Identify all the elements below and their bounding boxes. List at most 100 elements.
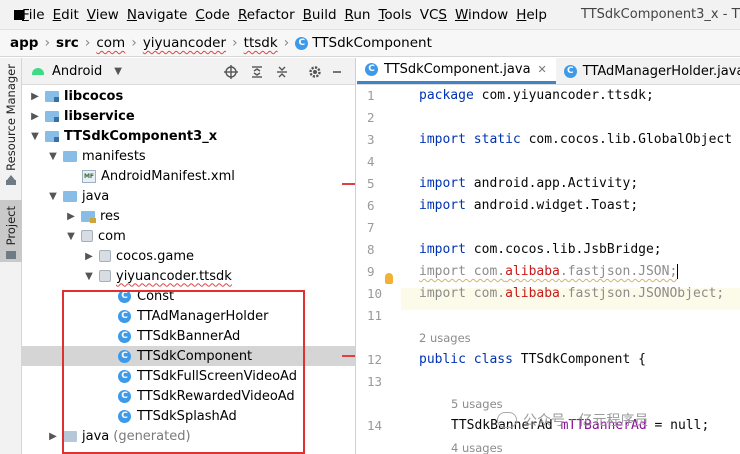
- tree-item-ttsdkfullscreenvideoad[interactable]: C TTSdkFullScreenVideoAd: [22, 366, 355, 386]
- menu-build[interactable]: Build: [299, 7, 341, 23]
- breadcrumb-yiyuancoder[interactable]: yiyuancoder: [143, 35, 226, 51]
- breadcrumb-ttsdk[interactable]: ttsdk: [244, 35, 278, 51]
- resource-manager-tab[interactable]: Resource Manager: [0, 64, 22, 196]
- tool-window-strip: Resource Manager Project: [0, 58, 22, 454]
- tree-item-ttsdkcomponent[interactable]: C TTSdkComponent: [22, 346, 355, 366]
- code-line-6: import android.widget.Toast;: [419, 198, 639, 213]
- gear-icon[interactable]: [307, 64, 323, 80]
- class-icon: C: [118, 369, 131, 383]
- chevron-down-icon[interactable]: ▼: [28, 131, 42, 142]
- class-icon: C: [118, 329, 131, 343]
- menu-bar: File Edit View Navigate Code Refactor Bu…: [0, 0, 740, 29]
- android-icon: [32, 66, 44, 76]
- menu-edit[interactable]: Edit: [49, 7, 83, 23]
- breadcrumb-ttsdkcomponent[interactable]: TTSdkComponent: [312, 35, 432, 51]
- menu-view[interactable]: View: [83, 7, 123, 23]
- watermark: 公众号 · 亿元程序员: [497, 410, 648, 430]
- code-line-8: import com.cocos.lib.JsbBridge;: [419, 242, 662, 257]
- tree-item-ttsdkbannerad[interactable]: C TTSdkBannerAd: [22, 326, 355, 346]
- chevron-down-icon[interactable]: ▼: [64, 231, 78, 242]
- code-editor: C TTSdkComponent.java ✕ C TTAdManagerHol…: [357, 58, 740, 454]
- locate-target-icon[interactable]: [223, 64, 239, 80]
- class-icon: C: [118, 349, 131, 363]
- expand-all-icon[interactable]: [249, 64, 265, 80]
- package-icon: [99, 250, 111, 262]
- menu-tools[interactable]: Tools: [374, 7, 415, 23]
- menu-run[interactable]: Run: [341, 7, 375, 23]
- tree-item-libservice[interactable]: ▶ libservice: [22, 106, 355, 126]
- tree-item-ttadmanagerholder[interactable]: C TTAdManagerHolder: [22, 306, 355, 326]
- breadcrumb-separator-icon: ›: [44, 35, 51, 51]
- project-view-selector[interactable]: Android: [52, 64, 102, 79]
- collapse-all-icon[interactable]: [274, 64, 290, 80]
- usages-hint[interactable]: 2 usages: [419, 331, 471, 345]
- breadcrumb-separator-icon: ›: [283, 35, 290, 51]
- chevron-right-icon[interactable]: ▶: [28, 111, 42, 122]
- editor-tab-bar: C TTSdkComponent.java ✕ C TTAdManagerHol…: [357, 58, 740, 85]
- tree-item-res[interactable]: ▶ res: [22, 206, 355, 226]
- module-folder-icon: [45, 130, 59, 142]
- code-area[interactable]: package com.yiyuancoder.ttsdk; import st…: [419, 85, 740, 454]
- tree-item-ttsdkrewardedvideoad[interactable]: C TTSdkRewardedVideoAd: [22, 386, 355, 406]
- chevron-right-icon[interactable]: ▶: [28, 91, 42, 102]
- tab-ttadmanagerholder-java[interactable]: C TTAdManagerHolder.java: [556, 58, 740, 84]
- menu-vcs[interactable]: VCS: [416, 7, 451, 23]
- folder-icon: [63, 190, 77, 202]
- tree-item-libcocos[interactable]: ▶ libcocos: [22, 86, 355, 106]
- line-number: 8: [367, 242, 375, 257]
- chevron-right-icon[interactable]: ▶: [82, 251, 96, 262]
- code-line-10: import com.alibaba.fastjson.JSONObject;: [419, 286, 725, 301]
- class-icon: C: [295, 36, 309, 50]
- tree-item-yiyuancoder-ttsdk[interactable]: ▼ yiyuancoder.ttsdk: [22, 266, 355, 286]
- menu-refactor[interactable]: Refactor: [234, 7, 299, 23]
- lightbulb-icon[interactable]: [385, 273, 393, 284]
- code-line-5: import android.app.Activity;: [419, 176, 639, 191]
- project-tree: ▶ libcocos ▶ libservice ▼ TTSdkComponent…: [22, 85, 355, 454]
- tree-item-cocos-game[interactable]: ▶ cocos.game: [22, 246, 355, 266]
- line-number: 11: [367, 308, 383, 323]
- line-number: 7: [367, 220, 375, 235]
- tree-item-com[interactable]: ▼ com: [22, 226, 355, 246]
- usages-hint[interactable]: 5 usages: [451, 397, 503, 411]
- chevron-right-icon[interactable]: ▶: [64, 211, 78, 222]
- chevron-down-icon[interactable]: ▼: [82, 271, 96, 282]
- project-tab[interactable]: Project: [0, 200, 22, 262]
- error-stripe-mark: [342, 183, 355, 185]
- line-number: 9: [367, 264, 375, 279]
- tree-item-androidmanifest[interactable]: MF AndroidManifest.xml: [22, 166, 355, 186]
- code-line-12: public class TTSdkComponent {: [419, 352, 646, 367]
- chevron-down-icon[interactable]: ▼: [46, 151, 60, 162]
- tab-ttsdkcomponent-java[interactable]: C TTSdkComponent.java ✕: [357, 58, 556, 84]
- tree-item-ttsdkcomponent3-x[interactable]: ▼ TTSdkComponent3_x: [22, 126, 355, 146]
- tree-item-java-generated[interactable]: ▶ java (generated): [22, 426, 355, 446]
- class-icon: C: [118, 409, 131, 423]
- menu-window[interactable]: Window: [451, 7, 512, 23]
- tree-item-java[interactable]: ▼ java: [22, 186, 355, 206]
- menu-code[interactable]: Code: [191, 7, 234, 23]
- breadcrumb-src[interactable]: src: [56, 35, 79, 51]
- chevron-down-icon[interactable]: ▼: [114, 66, 122, 77]
- line-number: 10: [367, 286, 383, 301]
- tree-item-ttsdksplashad[interactable]: C TTSdkSplashAd: [22, 406, 355, 426]
- breadcrumb-separator-icon: ›: [232, 35, 238, 51]
- manifest-file-icon: MF: [82, 169, 96, 183]
- class-icon: C: [118, 309, 131, 323]
- tree-item-const[interactable]: C Const: [22, 286, 355, 306]
- line-number: 5: [367, 176, 375, 191]
- close-icon[interactable]: ✕: [538, 63, 547, 76]
- line-number: 1: [367, 88, 375, 103]
- usages-hint[interactable]: 4 usages: [451, 441, 503, 454]
- code-line-1: package com.yiyuancoder.ttsdk;: [419, 88, 654, 103]
- menu-navigate[interactable]: Navigate: [123, 7, 192, 23]
- class-icon: C: [563, 64, 577, 78]
- chevron-right-icon[interactable]: ▶: [46, 431, 60, 442]
- error-stripe-mark: [342, 355, 355, 357]
- breadcrumb-app[interactable]: app: [10, 35, 38, 51]
- minimize-icon[interactable]: [329, 64, 345, 80]
- line-number: 12: [367, 352, 383, 367]
- chevron-down-icon[interactable]: ▼: [46, 191, 60, 202]
- line-number: 3: [367, 132, 375, 147]
- tree-item-manifests[interactable]: ▼ manifests: [22, 146, 355, 166]
- menu-help[interactable]: Help: [512, 7, 551, 23]
- breadcrumb-com[interactable]: com: [96, 35, 125, 51]
